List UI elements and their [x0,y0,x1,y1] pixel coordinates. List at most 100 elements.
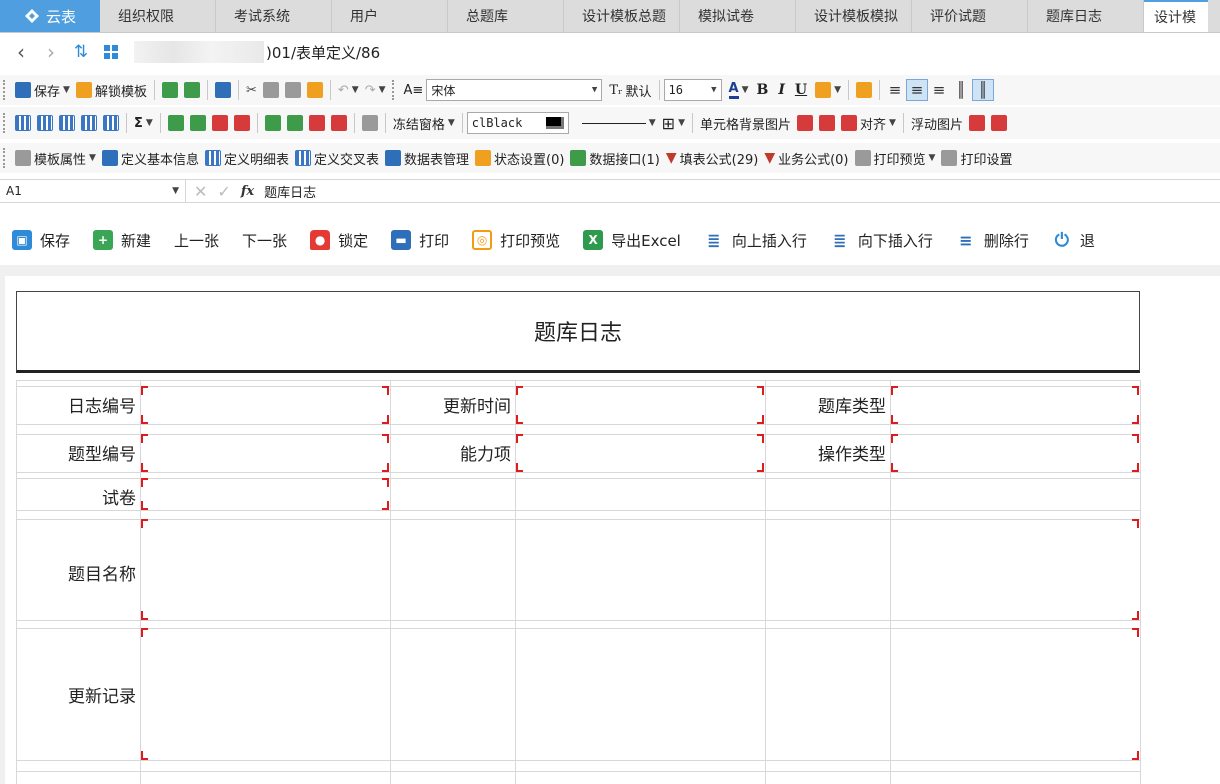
align-right-button[interactable]: ≡ [928,79,950,101]
prev-button[interactable]: 上一张 [162,230,230,251]
add-col-left-button[interactable] [262,115,284,131]
merge-cells-button[interactable] [100,115,122,131]
float-image-button[interactable]: 浮动图片 [908,114,966,133]
bank-type-field[interactable] [891,386,1139,424]
align-button[interactable]: 对齐 ▼ [838,114,899,133]
print-button[interactable]: ▬ 打印 [379,230,460,251]
bold-button[interactable]: B [752,82,774,98]
apps-grid-icon[interactable] [96,37,126,67]
italic-button[interactable]: I [773,82,790,98]
ability-field[interactable] [516,434,764,472]
bg-image-add-button[interactable] [794,115,816,131]
operation-type-field[interactable] [891,434,1139,472]
cancel-formula-icon[interactable]: ✕ [194,182,207,201]
exit-tool-button[interactable] [212,82,234,98]
forward-arrow-icon[interactable]: › [36,37,66,67]
distribute-button[interactable]: ║ [950,79,972,101]
tab-bank-log[interactable]: 题库日志 [1028,0,1144,32]
percent-button[interactable] [359,115,381,131]
add-col-right-button[interactable] [284,115,306,131]
freeze-panes-button[interactable]: 冻结窗格 ▼ [390,114,458,133]
add-row-below-button[interactable] [187,115,209,131]
unlock-template-button[interactable]: 解锁模板 [73,81,150,100]
add-row-above-button[interactable] [165,115,187,131]
paper-field[interactable] [141,478,389,510]
insert-row-below-button[interactable]: ≣ 向下插入行 [818,230,944,251]
borders-button[interactable]: ⊞ ▼ [659,114,688,133]
insert-col-button[interactable] [56,115,78,131]
cut-button[interactable]: ✂ [243,83,260,98]
fill-color-button[interactable]: ▼ [812,82,844,98]
sum-button[interactable]: Σ ▼ [131,116,156,131]
paste-button[interactable] [282,82,304,98]
copy-button[interactable] [260,82,282,98]
refresh-icon[interactable]: ⇅ [66,37,96,67]
define-cross-button[interactable]: 定义交叉表 [292,149,382,168]
log-no-field[interactable] [141,386,389,424]
tab-question-bank[interactable]: 总题库 [448,0,564,32]
cell-bg-image-button[interactable]: 单元格背景图片 [697,114,794,133]
question-name-field[interactable] [141,519,1139,620]
cell-reference-select[interactable]: A1 ▼ [0,180,186,202]
update-record-field[interactable] [141,628,1139,760]
delete-row-button[interactable] [209,115,231,131]
tab-design-bank-template[interactable]: 设计模板总题 [564,0,680,32]
confirm-formula-icon[interactable]: ✓ [217,182,230,201]
print-preview-button[interactable]: ◎ 打印预览 [460,230,571,251]
exit-button[interactable]: ⏻ 退 [1040,230,1106,251]
align-center-button[interactable]: ≡ [906,79,929,101]
question-type-no-field[interactable] [141,434,389,472]
justify-button[interactable]: ║ [972,79,995,101]
function-icon[interactable]: fx [241,184,254,199]
next-button[interactable]: 下一张 [230,230,298,251]
float-image-remove-button[interactable] [988,115,1010,131]
delete-col-button[interactable] [231,115,253,131]
update-time-field[interactable] [516,386,764,424]
clear-cells-button[interactable] [328,115,350,131]
fill-formula-button[interactable]: ▼ 填表公式(29) [663,149,761,168]
export-template-button[interactable] [181,82,203,98]
tab-design-template-active[interactable]: 设计模 [1144,0,1208,32]
format-painter-button[interactable] [304,82,326,98]
font-color-button[interactable]: A ▼ [726,81,752,99]
save-button[interactable]: ▣ 保存 [0,230,81,251]
lock-cell-button[interactable] [853,82,875,98]
define-basic-button[interactable]: 定义基本信息 [99,149,202,168]
font-size-select[interactable]: 16 ▼ [663,79,722,101]
underline-button[interactable]: U [790,82,812,98]
remove-cells-button[interactable] [306,115,328,131]
insert-row-button[interactable] [34,115,56,131]
biz-formula-button[interactable]: ▼ 业务公式(0) [761,149,851,168]
float-image-add-button[interactable] [966,115,988,131]
color-select[interactable]: clBlack [466,112,569,134]
insert-row-above-button[interactable]: ≣ 向上插入行 [692,230,818,251]
table-mgmt-button[interactable]: 数据表管理 [382,149,472,168]
redo-button[interactable]: ↷ ▼ [362,83,389,98]
export-excel-button[interactable]: X 导出Excel [571,230,692,251]
new-button[interactable]: + 新建 [81,230,162,251]
data-interface-button[interactable]: 数据接口(1) [567,149,662,168]
line-style-select[interactable]: ▼ [579,118,659,128]
template-props-button[interactable]: 模板属性 ▼ [12,149,99,168]
undo-button[interactable]: ↶ ▼ [335,83,362,98]
delete-row-button-main[interactable]: ≡ 删除行 [944,230,1040,251]
import-template-button[interactable] [159,82,181,98]
formula-input[interactable]: 题库日志 [262,182,316,201]
lock-button[interactable]: ● 锁定 [298,230,379,251]
tab-design-mock-template[interactable]: 设计模板模拟 [796,0,912,32]
print-settings-button[interactable]: 打印设置 [938,149,1015,168]
tab-users[interactable]: 用户 [332,0,448,32]
bg-image-remove-button[interactable] [816,115,838,131]
align-left-button[interactable]: ≡ [884,79,906,101]
tab-evaluation-questions[interactable]: 评价试题 [912,0,1028,32]
font-name-select[interactable]: 宋体 ▼ [426,79,603,101]
insert-table-button[interactable] [12,115,34,131]
tab-exam-system[interactable]: 考试系统 [216,0,332,32]
status-settings-button[interactable]: 状态设置(0) [472,149,567,168]
form-title-cell[interactable]: 题库日志 [16,291,1140,373]
print-preview-tool-button[interactable]: 打印预览 ▼ [852,149,939,168]
split-col-button[interactable] [78,115,100,131]
font-default-button[interactable]: Tᵣ 默认 [606,81,654,100]
tab-mock-paper[interactable]: 模拟试卷 [680,0,796,32]
define-detail-button[interactable]: 定义明细表 [202,149,292,168]
